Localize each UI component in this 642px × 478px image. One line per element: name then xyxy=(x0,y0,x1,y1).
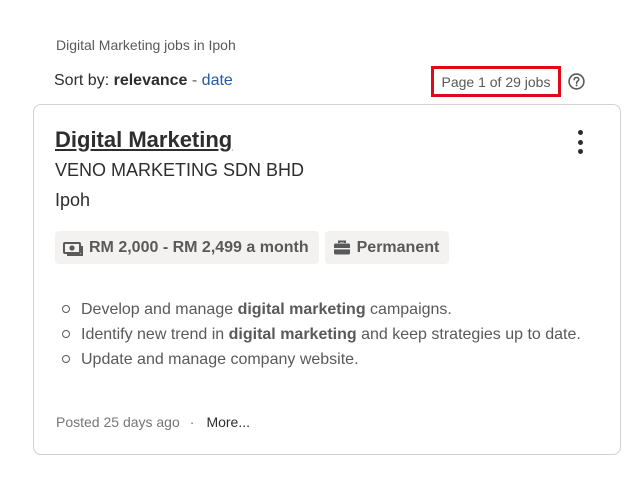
job-type-badge: Permanent xyxy=(324,231,450,264)
money-icon xyxy=(63,241,83,256)
more-link[interactable]: More... xyxy=(206,414,250,430)
salary-text: RM 2,000 - RM 2,499 a month xyxy=(89,238,309,256)
sort-relevance: relevance xyxy=(113,72,188,89)
briefcase-icon xyxy=(333,240,350,254)
job-title-link[interactable]: Digital Marketing xyxy=(55,127,232,153)
menu-dot xyxy=(577,149,583,154)
snippet-item: Update and manage company website. xyxy=(62,347,621,372)
sort-date-link[interactable]: date xyxy=(202,72,233,89)
kebab-menu-icon[interactable] xyxy=(570,127,590,157)
job-type-text: Permanent xyxy=(356,238,440,256)
search-title: Digital Marketing jobs in Ipoh xyxy=(56,37,236,53)
page-count: Page 1 of 29 jobs xyxy=(431,66,561,97)
sort-controls: Sort by: relevance - date xyxy=(54,72,233,90)
job-attributes: RM 2,000 - RM 2,499 a month Permanent xyxy=(55,231,450,264)
menu-dot xyxy=(577,130,583,135)
job-search-page: Digital Marketing jobs in Ipoh Sort by: … xyxy=(0,0,642,478)
job-snippet: Develop and manage digital marketing cam… xyxy=(60,297,621,372)
sort-separator: - xyxy=(191,72,198,89)
menu-dot xyxy=(577,139,583,145)
company-name: VENO MARKETING SDN BHD xyxy=(55,160,305,180)
snippet-item: Develop and manage digital marketing cam… xyxy=(62,297,621,322)
question-circle-icon[interactable] xyxy=(568,73,585,90)
salary-badge: RM 2,000 - RM 2,499 a month xyxy=(55,231,319,264)
posted-date: Posted 25 days ago xyxy=(56,414,180,430)
footer-separator: · xyxy=(189,414,195,430)
sort-label: Sort by: xyxy=(54,72,110,89)
job-card[interactable]: Digital Marketing VENO MARKETING SDN BHD… xyxy=(33,104,621,455)
job-location: Ipoh xyxy=(55,190,91,210)
job-footer: Posted 25 days ago · More... xyxy=(56,414,250,430)
snippet-item: Identify new trend in digital marketing … xyxy=(62,322,621,347)
